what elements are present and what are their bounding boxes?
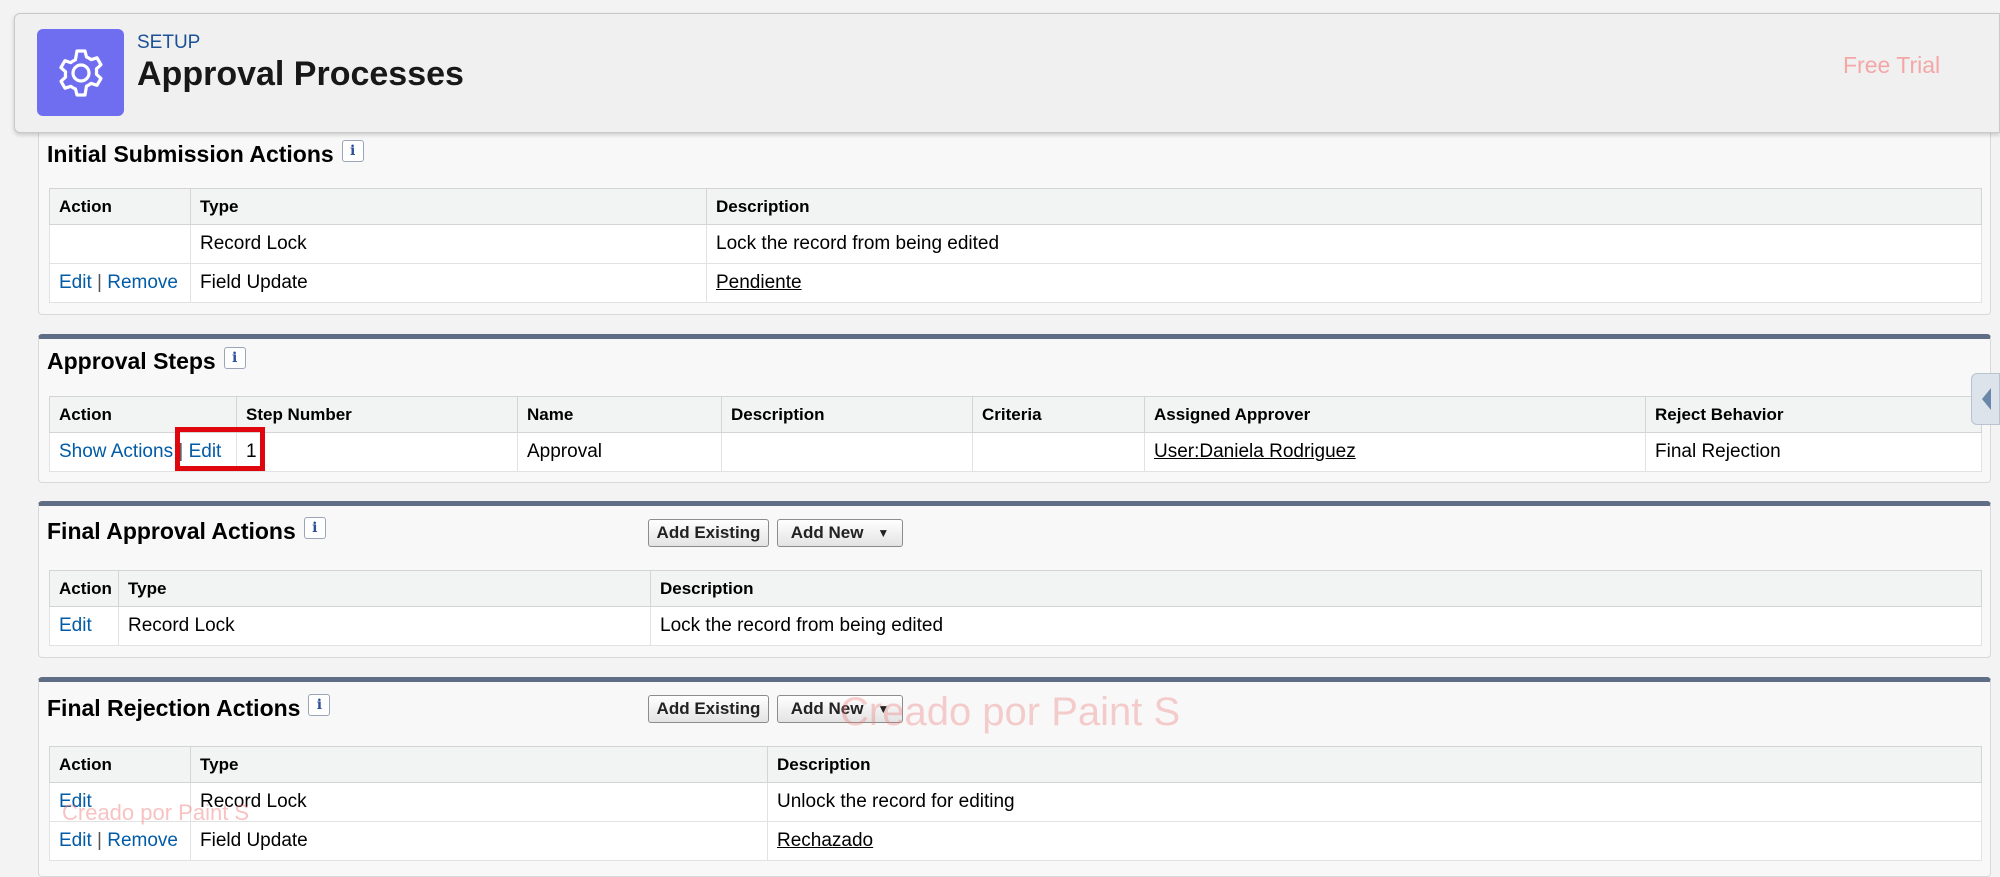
column-header: Description xyxy=(706,188,1982,225)
column-header: Action xyxy=(49,570,119,607)
info-icon[interactable]: i xyxy=(223,346,246,369)
approver-link[interactable]: User:Daniela Rodriguez xyxy=(1154,441,1356,462)
table-row: Show Actions | Edit 1 Approval User:Dani… xyxy=(49,432,1982,472)
description-cell: Unlock the record for editing xyxy=(767,782,1982,822)
step-number-cell: 1 xyxy=(236,432,518,472)
add-new-button[interactable]: Add New ▼ xyxy=(777,519,903,547)
watermark-text: Creado por Paint S xyxy=(62,800,250,825)
add-existing-button[interactable]: Add Existing xyxy=(648,519,769,547)
description-cell: Pendiente xyxy=(706,263,1982,303)
type-cell: Record Lock xyxy=(190,224,707,264)
type-cell: Field Update xyxy=(190,821,768,861)
section-title: Final Approval Actions xyxy=(47,518,296,544)
add-existing-button[interactable]: Add Existing xyxy=(648,695,769,723)
edit-link[interactable]: Edit xyxy=(59,830,92,851)
info-icon[interactable]: i xyxy=(308,693,331,716)
field-update-link[interactable]: Pendiente xyxy=(716,272,802,293)
description-cell: Lock the record from being edited xyxy=(650,606,1982,646)
button-label: Add New xyxy=(790,523,864,542)
column-header: Assigned Approver xyxy=(1144,396,1646,433)
remove-link[interactable]: Remove xyxy=(107,272,178,293)
edit-link[interactable]: Edit xyxy=(59,272,92,293)
final-approval-section: Final Approval Actions i Add Existing Ad… xyxy=(38,501,1991,658)
name-cell: Approval xyxy=(517,432,722,472)
watermark-text: Creado por Paint S xyxy=(840,690,1181,734)
approval-steps-section: Approval Steps i Action Step Number Name… xyxy=(38,334,1991,483)
page-title: Approval Processes xyxy=(137,55,464,93)
highlight-box xyxy=(175,427,265,471)
section-title: Initial Submission Actions xyxy=(47,141,334,167)
button-label: Add Existing xyxy=(656,523,761,542)
info-icon[interactable]: i xyxy=(303,516,326,539)
column-header: Action xyxy=(49,746,191,783)
action-cell: Edit | Remove xyxy=(49,821,191,861)
description-cell xyxy=(721,432,973,472)
approval-steps-table: Action Step Number Name Description Crit… xyxy=(49,396,1982,472)
table-header-row: Action Type Description xyxy=(49,570,1982,607)
table-row: Edit | Remove Field Update Rechazado xyxy=(49,821,1982,861)
breadcrumb: SETUP xyxy=(137,32,201,53)
show-actions-link[interactable]: Show Actions xyxy=(59,441,173,462)
action-cell: Edit xyxy=(49,606,119,646)
chevron-left-icon[interactable] xyxy=(1971,373,2000,425)
final-approval-table: Action Type Description Edit Record Lock… xyxy=(49,570,1982,646)
table-header-row: Action Step Number Name Description Crit… xyxy=(49,396,1982,433)
section-title: Final Rejection Actions xyxy=(47,695,301,721)
column-header: Description xyxy=(767,746,1982,783)
column-header: Step Number xyxy=(236,396,518,433)
type-cell: Record Lock xyxy=(118,606,651,646)
table-row: Edit Record Lock Lock the record from be… xyxy=(49,606,1982,646)
column-header: Type xyxy=(190,746,768,783)
criteria-cell xyxy=(972,432,1145,472)
type-cell: Record Lock xyxy=(190,782,768,822)
column-header: Type xyxy=(118,570,651,607)
column-header: Description xyxy=(650,570,1982,607)
table-header-row: Action Type Description xyxy=(49,746,1982,783)
column-header: Action xyxy=(49,188,191,225)
action-cell xyxy=(49,224,191,264)
table-row: Edit Record Lock Unlock the record for e… xyxy=(49,782,1982,822)
approver-cell: User:Daniela Rodriguez xyxy=(1144,432,1646,472)
column-header: Reject Behavior xyxy=(1645,396,1982,433)
caret-down-icon: ▼ xyxy=(877,526,890,540)
separator: | xyxy=(97,272,102,293)
field-update-link[interactable]: Rechazado xyxy=(777,830,873,851)
info-icon[interactable]: i xyxy=(341,139,364,162)
table-row: Record Lock Lock the record from being e… xyxy=(49,224,1982,264)
action-cell: Edit | Remove xyxy=(49,263,191,303)
separator: | xyxy=(97,830,102,851)
free-trial-link[interactable]: Free Trial xyxy=(1843,52,1940,79)
column-header: Description xyxy=(721,396,973,433)
initial-submission-table: Action Type Description Record Lock Lock… xyxy=(49,188,1982,303)
description-cell: Lock the record from being edited xyxy=(706,224,1982,264)
section-title: Approval Steps xyxy=(47,348,216,374)
page-header: SETUP Approval Processes Free Trial xyxy=(14,13,2000,133)
button-label: Add Existing xyxy=(656,699,761,718)
column-header: Name xyxy=(517,396,722,433)
type-cell: Field Update xyxy=(190,263,707,303)
table-row: Edit | Remove Field Update Pendiente xyxy=(49,263,1982,303)
gear-icon xyxy=(37,29,124,116)
column-header: Type xyxy=(190,188,707,225)
column-header: Criteria xyxy=(972,396,1145,433)
description-cell: Rechazado xyxy=(767,821,1982,861)
table-header-row: Action Type Description xyxy=(49,188,1982,225)
final-rejection-table: Action Type Description Edit Record Lock… xyxy=(49,746,1982,861)
remove-link[interactable]: Remove xyxy=(107,830,178,851)
reject-behavior-cell: Final Rejection xyxy=(1645,432,1982,472)
edit-link[interactable]: Edit xyxy=(59,615,92,636)
